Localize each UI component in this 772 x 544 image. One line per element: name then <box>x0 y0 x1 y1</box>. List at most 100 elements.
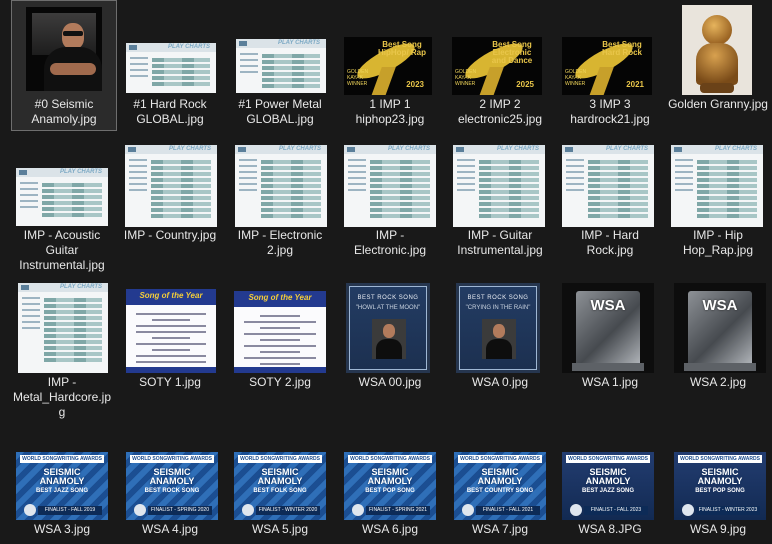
document-thumbnail: Song of the Year <box>234 291 326 373</box>
thumbnail: WORLD SONGWRITING AWARDS SEISMIC ANAMOLY… <box>228 426 332 522</box>
file-tile[interactable]: IMP - Hip Hop_Rap.jpg <box>666 132 770 258</box>
trophy-thumbnail: WSA <box>674 283 766 373</box>
poster-thumbnail: WORLD SONGWRITING AWARDS SEISMIC ANAMOLY… <box>234 452 326 520</box>
poster-thumbnail: WORLD SONGWRITING AWARDS SEISMIC ANAMOLY… <box>126 452 218 520</box>
file-name: SOTY 1.jpg <box>139 375 201 389</box>
file-tile[interactable]: WORLD SONGWRITING AWARDS SEISMIC ANAMOLY… <box>10 426 114 537</box>
figurine-thumbnail <box>682 5 752 95</box>
poster-thumbnail: WORLD SONGWRITING AWARDS SEISMIC ANAMOLY… <box>454 452 546 520</box>
thumbnail: Song of the Year <box>228 279 332 375</box>
plaque-thumbnail: BEST ROCK SONG "HOWL AT THE MOON" <box>346 283 430 373</box>
thumbnail <box>228 1 332 97</box>
file-tile[interactable]: Best Song HipHop/ Rap GOLDEN KAYAK WINNE… <box>338 1 442 127</box>
file-tile[interactable]: Best Song Hard Rock GOLDEN KAYAK WINNER … <box>558 1 662 127</box>
file-name: IMP - Hard Rock.jpg <box>581 228 639 257</box>
file-grid: #0 Seismic Anamoly.jpg #1 Hard Rock GLOB… <box>0 0 772 544</box>
thumbnail <box>666 1 770 97</box>
thumbnail: WSA <box>558 279 662 375</box>
file-tile[interactable]: IMP - Guitar Instrumental.jpg <box>448 132 552 258</box>
file-tile[interactable]: Song of the Year SOTY 2.jpg <box>228 279 332 390</box>
file-tile[interactable]: WORLD SONGWRITING AWARDS SEISMIC ANAMOLY… <box>558 426 662 537</box>
screenshot-thumbnail <box>125 145 217 227</box>
award-thumbnail: Best Song Electronic and Dance GOLDEN KA… <box>452 37 542 95</box>
file-name: #1 Hard Rock GLOBAL.jpg <box>133 97 207 126</box>
thumbnail <box>448 132 552 228</box>
file-tile[interactable]: WORLD SONGWRITING AWARDS SEISMIC ANAMOLY… <box>338 426 442 537</box>
thumbnail <box>10 279 114 375</box>
file-tile[interactable]: IMP - Electronic 2.jpg <box>228 132 332 258</box>
file-tile[interactable]: IMP - Country.jpg <box>118 132 222 243</box>
screenshot-thumbnail <box>235 145 327 227</box>
file-name: WSA 9.jpg <box>689 522 747 536</box>
poster-thumbnail: WORLD SONGWRITING AWARDS SEISMIC ANAMOLY… <box>562 452 654 520</box>
screenshot-thumbnail <box>126 43 216 93</box>
screenshot-thumbnail <box>671 145 763 227</box>
file-tile[interactable]: WORLD SONGWRITING AWARDS SEISMIC ANAMOLY… <box>448 426 552 537</box>
thumbnail <box>228 132 332 228</box>
file-name: 2 IMP 2 electronic25.jpg <box>457 97 543 126</box>
trophy-thumbnail: WSA <box>562 283 654 373</box>
file-name: IMP - Guitar Instrumental.jpg <box>457 228 543 257</box>
file-name: WSA 00.jpg <box>358 375 422 389</box>
thumbnail: Best Song HipHop/ Rap GOLDEN KAYAK WINNE… <box>338 1 442 97</box>
thumbnail: BEST ROCK SONG "CRYING IN THE RAIN" <box>448 279 552 375</box>
thumbnail <box>338 132 442 228</box>
thumbnail: WORLD SONGWRITING AWARDS SEISMIC ANAMOLY… <box>558 426 662 522</box>
file-tile[interactable]: #1 Power Metal GLOBAL.jpg <box>228 1 332 127</box>
file-tile[interactable]: WORLD SONGWRITING AWARDS SEISMIC ANAMOLY… <box>666 426 770 537</box>
file-name: WSA 4.jpg <box>141 522 199 536</box>
screenshot-thumbnail <box>18 283 108 373</box>
thumbnail: WORLD SONGWRITING AWARDS SEISMIC ANAMOLY… <box>118 426 222 522</box>
thumbnail: WORLD SONGWRITING AWARDS SEISMIC ANAMOLY… <box>448 426 552 522</box>
thumbnail: Song of the Year <box>118 279 222 375</box>
file-tile[interactable]: #0 Seismic Anamoly.jpg <box>11 0 117 131</box>
photo-thumbnail <box>26 7 102 91</box>
file-tile[interactable]: BEST ROCK SONG "CRYING IN THE RAIN" WSA … <box>448 279 552 390</box>
file-name: 1 IMP 1 hiphop23.jpg <box>355 97 425 126</box>
file-name: IMP - Acoustic Guitar Instrumental.jpg <box>19 228 105 272</box>
file-tile[interactable]: IMP - Electronic.jpg <box>338 132 442 258</box>
thumbnail <box>118 1 222 97</box>
file-name: SOTY 2.jpg <box>249 375 311 389</box>
screenshot-thumbnail <box>16 168 108 226</box>
poster-thumbnail: WORLD SONGWRITING AWARDS SEISMIC ANAMOLY… <box>674 452 766 520</box>
file-tile[interactable]: IMP - Metal_Hardcore.jpg <box>10 279 114 420</box>
file-tile[interactable]: Golden Granny.jpg <box>666 1 770 112</box>
file-name: WSA 5.jpg <box>251 522 309 536</box>
screenshot-thumbnail <box>344 145 436 227</box>
thumbnail <box>558 132 662 228</box>
thumbnail: Best Song Hard Rock GOLDEN KAYAK WINNER … <box>558 1 662 97</box>
file-name: WSA 8.JPG <box>578 522 642 536</box>
file-tile[interactable]: IMP - Acoustic Guitar Instrumental.jpg <box>10 132 114 273</box>
award-thumbnail: Best Song Hard Rock GOLDEN KAYAK WINNER … <box>562 37 652 95</box>
file-name: #1 Power Metal GLOBAL.jpg <box>238 97 322 126</box>
file-name: IMP - Hip Hop_Rap.jpg <box>682 228 754 257</box>
file-name: WSA 7.jpg <box>471 522 529 536</box>
file-name: #0 Seismic Anamoly.jpg <box>31 97 97 126</box>
file-name: IMP - Electronic 2.jpg <box>237 228 323 257</box>
poster-thumbnail: WORLD SONGWRITING AWARDS SEISMIC ANAMOLY… <box>344 452 436 520</box>
file-tile[interactable]: WORLD SONGWRITING AWARDS SEISMIC ANAMOLY… <box>118 426 222 537</box>
file-name: WSA 1.jpg <box>581 375 639 389</box>
file-name: 3 IMP 3 hardrock21.jpg <box>570 97 650 126</box>
thumbnail: WORLD SONGWRITING AWARDS SEISMIC ANAMOLY… <box>338 426 442 522</box>
file-tile[interactable]: #1 Hard Rock GLOBAL.jpg <box>118 1 222 127</box>
file-tile[interactable]: BEST ROCK SONG "HOWL AT THE MOON" WSA 00… <box>338 279 442 390</box>
file-tile[interactable]: WSA WSA 1.jpg <box>558 279 662 390</box>
thumbnail: WORLD SONGWRITING AWARDS SEISMIC ANAMOLY… <box>10 426 114 522</box>
file-tile[interactable]: WORLD SONGWRITING AWARDS SEISMIC ANAMOLY… <box>228 426 332 537</box>
poster-thumbnail: WORLD SONGWRITING AWARDS SEISMIC ANAMOLY… <box>16 452 108 520</box>
file-tile[interactable]: Best Song Electronic and Dance GOLDEN KA… <box>448 1 552 127</box>
file-tile[interactable]: Song of the Year SOTY 1.jpg <box>118 279 222 390</box>
file-name: WSA 6.jpg <box>361 522 419 536</box>
document-thumbnail: Song of the Year <box>126 289 216 373</box>
thumbnail: Best Song Electronic and Dance GOLDEN KA… <box>448 1 552 97</box>
screenshot-thumbnail <box>453 145 545 227</box>
file-tile[interactable]: WSA WSA 2.jpg <box>666 279 770 390</box>
file-name: WSA 0.jpg <box>471 375 529 389</box>
thumbnail <box>10 132 114 228</box>
file-name: IMP - Country.jpg <box>123 228 217 242</box>
plaque-thumbnail: BEST ROCK SONG "CRYING IN THE RAIN" <box>456 283 540 373</box>
thumbnail: WORLD SONGWRITING AWARDS SEISMIC ANAMOLY… <box>666 426 770 522</box>
file-tile[interactable]: IMP - Hard Rock.jpg <box>558 132 662 258</box>
